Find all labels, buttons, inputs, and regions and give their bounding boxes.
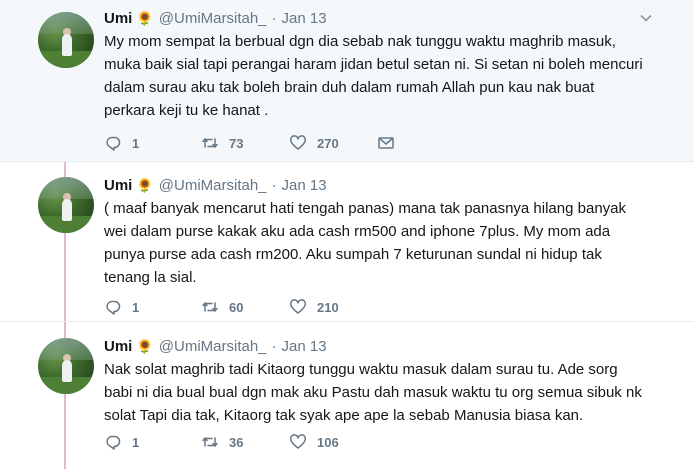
separator: ·	[271, 9, 277, 27]
retweet-count: 60	[229, 299, 244, 315]
like-count: 210	[317, 299, 339, 315]
user-handle[interactable]: @UmiMarsitah_	[159, 338, 267, 355]
tweet-2[interactable]: Umi 🌻 @UmiMarsitah_ · Jan 13 ( maaf bany…	[0, 162, 694, 322]
display-name[interactable]: Umi	[104, 338, 132, 355]
retweet-count: 73	[229, 135, 244, 151]
heart-icon	[290, 135, 306, 150]
sunflower-emoji: 🌻	[136, 177, 154, 193]
chevron-down-icon[interactable]	[640, 12, 652, 24]
reply-button[interactable]: 1	[104, 433, 201, 451]
like-button[interactable]: 270	[289, 134, 377, 152]
tweet-actions: 1 60 210	[104, 297, 377, 317]
tweet-header: Umi 🌻 @UmiMarsitah_ · Jan 13	[104, 174, 664, 196]
tweet-actions: 1 73 270	[104, 133, 395, 153]
heart-icon	[290, 434, 306, 449]
display-name[interactable]: Umi	[104, 177, 132, 194]
retweet-icon	[202, 302, 218, 312]
tweet-text: Nak solat maghrib tadi Kitaorg tunggu wa…	[104, 361, 642, 424]
timestamp[interactable]: Jan 13	[282, 338, 327, 355]
reply-button[interactable]: 1	[104, 134, 201, 152]
retweet-button[interactable]: 73	[201, 134, 289, 152]
tweet-actions: 1 36 106	[104, 432, 377, 452]
retweet-icon	[202, 437, 218, 447]
display-name[interactable]: Umi	[104, 10, 132, 27]
user-handle[interactable]: @UmiMarsitah_	[159, 10, 267, 27]
like-button[interactable]: 210	[289, 298, 377, 316]
reply-button[interactable]: 1	[104, 298, 201, 316]
timestamp[interactable]: Jan 13	[282, 10, 327, 27]
like-button[interactable]: 106	[289, 433, 377, 451]
like-count: 270	[317, 135, 339, 151]
retweet-button[interactable]: 36	[201, 433, 289, 451]
tweet-text: ( maaf banyak mencarut hati tengah panas…	[104, 200, 626, 286]
retweet-icon	[202, 138, 218, 148]
heart-icon	[290, 299, 306, 314]
reply-icon	[106, 300, 121, 315]
reply-count: 1	[132, 135, 140, 151]
like-count: 106	[317, 434, 339, 450]
separator: ·	[271, 176, 277, 194]
retweet-count: 36	[229, 434, 244, 450]
user-handle[interactable]: @UmiMarsitah_	[159, 177, 267, 194]
tweet-text: My mom sempat la berbual dgn dia sebab n…	[104, 33, 643, 119]
separator: ·	[271, 337, 277, 355]
tweet-3[interactable]: Umi 🌻 @UmiMarsitah_ · Jan 13 Nak solat m…	[0, 322, 694, 469]
avatar[interactable]	[38, 338, 94, 394]
reply-count: 1	[132, 299, 140, 315]
tweet-header: Umi 🌻 @UmiMarsitah_ · Jan 13	[104, 7, 664, 29]
avatar[interactable]	[38, 12, 94, 68]
reply-icon	[106, 435, 121, 450]
tweet-1[interactable]: Umi 🌻 @UmiMarsitah_ · Jan 13 My mom semp…	[0, 0, 694, 162]
retweet-button[interactable]: 60	[201, 298, 289, 316]
avatar[interactable]	[38, 177, 94, 233]
tweet-header: Umi 🌻 @UmiMarsitah_ · Jan 13	[104, 335, 664, 357]
direct-message-button[interactable]	[377, 134, 395, 152]
envelope-icon	[378, 137, 394, 149]
sunflower-emoji: 🌻	[136, 10, 154, 26]
reply-icon	[106, 136, 121, 151]
sunflower-emoji: 🌻	[136, 338, 154, 354]
timestamp[interactable]: Jan 13	[282, 177, 327, 194]
reply-count: 1	[132, 434, 140, 450]
